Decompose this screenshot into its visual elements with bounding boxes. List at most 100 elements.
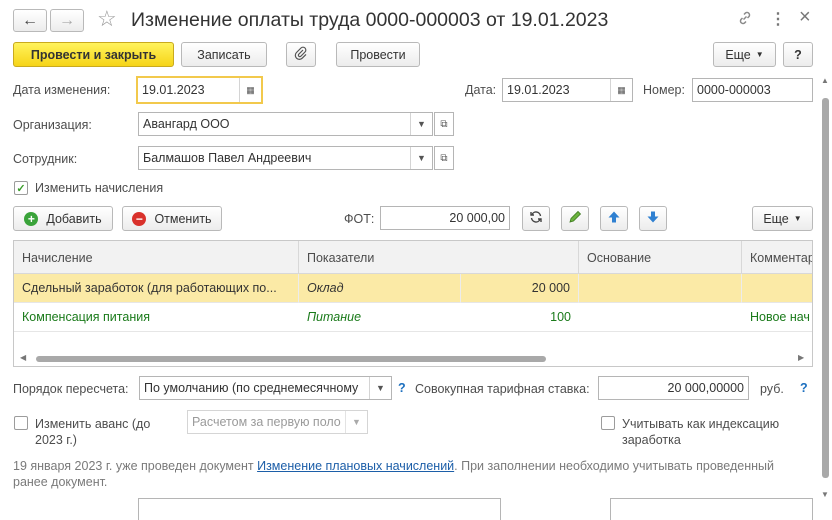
help-button[interactable]: ? <box>783 42 813 67</box>
employee-field[interactable]: Балмашов Павел Андреевич ▼ <box>138 146 433 170</box>
scroll-down-icon[interactable]: ▼ <box>821 490 829 499</box>
employee-value: Балмашов Павел Андреевич <box>143 151 312 165</box>
dropdown-icon[interactable]: ▼ <box>410 147 432 169</box>
table-row[interactable]: Компенсация питания Питание 100 Новое на… <box>14 303 812 332</box>
bottom-field-partial[interactable] <box>138 498 501 520</box>
checkmark-icon: ✓ <box>16 182 26 195</box>
change-date-value: 19.01.2023 <box>142 83 205 97</box>
dropdown-icon[interactable]: ▼ <box>410 113 432 135</box>
change-accruals-checkbox[interactable]: ✓ <box>14 181 28 195</box>
post-and-close-button[interactable]: Провести и закрыть <box>13 42 174 67</box>
column-header-indicators[interactable]: Показатели <box>299 241 579 274</box>
organization-field[interactable]: Авангард ООО ▼ <box>138 112 433 136</box>
change-date-field[interactable]: 19.01.2023 ▦ <box>136 76 263 104</box>
refresh-icon <box>529 210 543 227</box>
basis-cell[interactable] <box>579 274 742 303</box>
date-field[interactable]: 19.01.2023 ▦ <box>502 78 633 102</box>
edit-button[interactable] <box>561 206 589 231</box>
comment-cell[interactable]: Новое нач <box>742 303 812 332</box>
table-row[interactable]: Сдельный заработок (для работающих по...… <box>14 274 812 303</box>
accruals-more-button[interactable]: Еще ▼ <box>752 206 813 231</box>
recalc-order-field[interactable]: По умолчанию (по среднемесячному ▼ <box>139 376 392 400</box>
fot-field[interactable]: 20 000,00 <box>380 206 510 230</box>
change-advance-checkbox[interactable] <box>14 416 28 430</box>
indicator-value-cell[interactable]: 100 <box>461 303 579 332</box>
tariff-help-icon[interactable]: ? <box>800 381 808 395</box>
more-button[interactable]: Еще ▼ <box>713 42 776 67</box>
forward-button[interactable]: → <box>50 9 84 32</box>
notice-link[interactable]: Изменение плановых начислений <box>257 459 454 473</box>
save-button[interactable]: Записать <box>181 42 267 67</box>
column-header-comment[interactable]: Комментар <box>742 241 812 274</box>
horizontal-scrollbar[interactable]: ◀ ▶ <box>14 351 812 366</box>
chevron-down-icon: ▼ <box>755 50 764 59</box>
open-icon: ⧉ <box>440 118 448 130</box>
favorite-star-icon[interactable]: ☆ <box>97 6 117 32</box>
minus-circle-icon: − <box>132 211 147 226</box>
move-up-button[interactable] <box>600 206 628 231</box>
scroll-right-icon[interactable]: ▶ <box>798 353 804 362</box>
indicator-cell[interactable]: Оклад <box>299 274 461 303</box>
chevron-down-icon: ▼ <box>793 214 802 223</box>
notice-text: 19 января 2023 г. уже проведен документ … <box>13 458 813 490</box>
accrual-cell[interactable]: Компенсация питания <box>14 303 299 332</box>
vertical-scrollbar-thumb[interactable] <box>822 98 829 478</box>
indexation-checkbox[interactable] <box>601 416 615 430</box>
indexation-label-line1: Учитывать как индексацию <box>622 417 780 431</box>
number-field[interactable]: 0000-000003 <box>692 78 813 102</box>
scroll-up-icon[interactable]: ▲ <box>821 76 829 85</box>
more-menu-icon[interactable]: ⋮ <box>770 9 786 29</box>
indexation-label-line2: заработка <box>622 433 681 447</box>
comment-cell[interactable] <box>742 274 812 303</box>
advance-method-value: Расчетом за первую поло <box>192 415 341 429</box>
indicator-cell[interactable]: Питание <box>299 303 461 332</box>
employee-label: Сотрудник: <box>13 152 78 166</box>
change-advance-label: Изменить аванс (до 2023 г.) <box>35 416 150 448</box>
currency-label: руб. <box>760 382 784 396</box>
bottom-field-partial-right[interactable] <box>610 498 813 520</box>
pencil-icon <box>568 210 582 227</box>
change-date-label: Дата изменения: <box>13 83 111 97</box>
arrow-left-icon: ← <box>22 11 38 29</box>
scroll-left-icon[interactable]: ◀ <box>20 353 26 362</box>
number-label: Номер: <box>643 83 685 97</box>
column-header-accrual[interactable]: Начисление <box>14 241 299 274</box>
post-button[interactable]: Провести <box>336 42 420 67</box>
attach-button[interactable] <box>286 42 316 67</box>
tariff-rate-field[interactable]: 20 000,00000 <box>598 376 749 400</box>
window-title: Изменение оплаты труда 0000-000003 от 19… <box>131 9 609 31</box>
change-accruals-label: Изменить начисления <box>35 181 164 195</box>
open-employee-button[interactable]: ⧉ <box>434 146 454 170</box>
link-icon[interactable] <box>737 10 753 26</box>
refresh-button[interactable] <box>522 206 550 231</box>
cancel-accrual-button[interactable]: − Отменить <box>122 206 222 231</box>
open-organization-button[interactable]: ⧉ <box>434 112 454 136</box>
scrollbar-thumb[interactable] <box>36 356 546 362</box>
vertical-scrollbar[interactable]: ▲ ▼ <box>819 76 832 520</box>
add-label: Добавить <box>46 211 102 226</box>
indicator-value-cell[interactable]: 20 000 <box>461 274 579 303</box>
paperclip-icon <box>294 46 308 63</box>
column-header-basis[interactable]: Основание <box>579 241 742 274</box>
more-label: Еще <box>763 211 789 226</box>
arrow-up-icon <box>607 210 621 227</box>
move-down-button[interactable] <box>639 206 667 231</box>
dropdown-icon[interactable]: ▼ <box>345 411 367 433</box>
basis-cell[interactable] <box>579 303 742 332</box>
advance-method-field[interactable]: Расчетом за первую поло ▼ <box>187 410 368 434</box>
accruals-table[interactable]: Начисление Показатели Основание Коммента… <box>13 240 813 367</box>
close-icon[interactable]: × <box>799 6 811 29</box>
arrow-down-icon <box>646 210 660 227</box>
change-advance-label-line1: Изменить аванс (до <box>35 417 151 431</box>
arrow-right-icon: → <box>59 11 75 29</box>
accrual-cell[interactable]: Сдельный заработок (для работающих по... <box>14 274 299 303</box>
back-button[interactable]: ← <box>13 9 47 32</box>
number-value: 0000-000003 <box>697 83 771 97</box>
recalc-help-icon[interactable]: ? <box>398 381 406 395</box>
plus-circle-icon: + <box>24 211 39 226</box>
dropdown-icon[interactable]: ▼ <box>369 377 391 399</box>
calendar-icon[interactable]: ▦ <box>239 78 261 102</box>
notice-suffix: . При заполнении необходимо учитывать пр… <box>454 459 774 473</box>
add-button[interactable]: + Добавить <box>13 206 113 231</box>
calendar-icon[interactable]: ▦ <box>610 79 632 101</box>
